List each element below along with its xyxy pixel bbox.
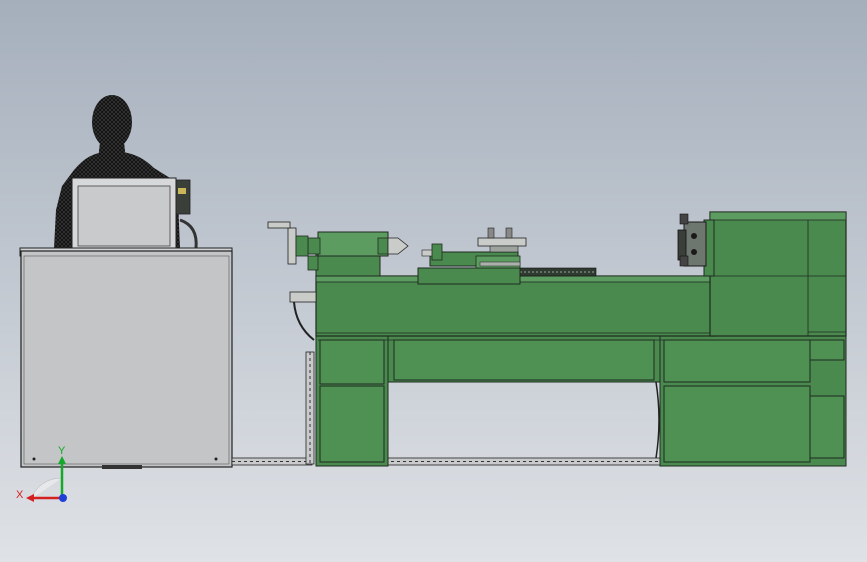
z-axis-dot — [59, 494, 67, 502]
y-axis-label: Y — [58, 445, 66, 457]
x-axis-label: X — [16, 489, 24, 501]
cad-viewport[interactable]: X Y — [0, 0, 867, 562]
cad-drawing: X Y — [0, 0, 867, 562]
headstock — [709, 211, 847, 337]
lathe-bed — [315, 275, 717, 337]
lead-screw — [519, 267, 597, 277]
electrical-cabinet — [19, 247, 233, 469]
